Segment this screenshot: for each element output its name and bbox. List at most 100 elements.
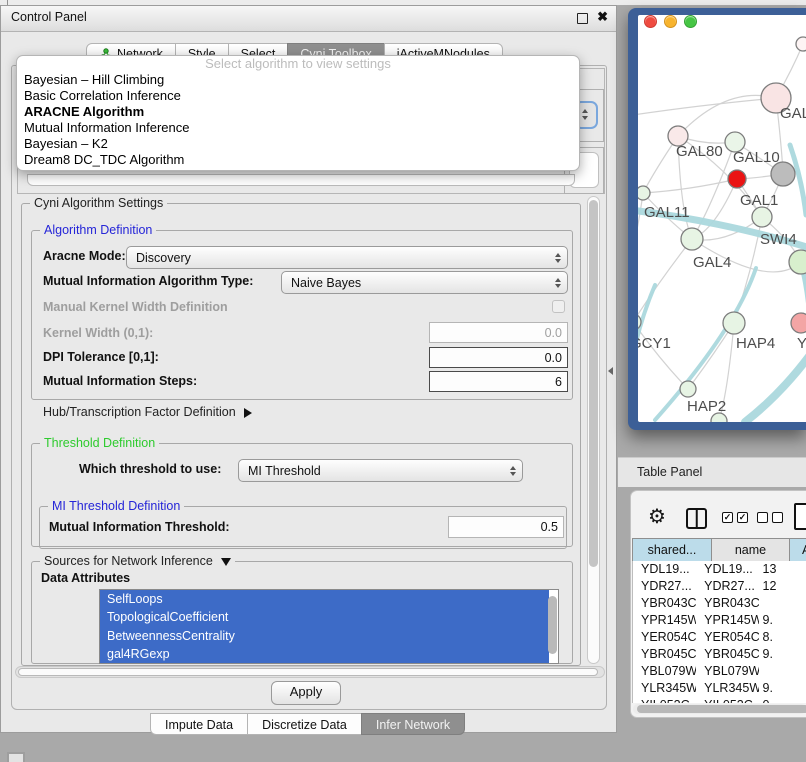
algorithm-combo-under-popup[interactable]: [27, 174, 575, 186]
tab-discretize-data[interactable]: Discretize Data: [247, 713, 362, 735]
dropdown-item[interactable]: Mutual Information Inference: [17, 120, 579, 136]
column-header-shared-name[interactable]: shared...: [633, 539, 712, 562]
network-edge[interactable]: [638, 98, 776, 115]
zoom-traffic-icon[interactable]: [684, 15, 697, 28]
expand-right-icon: [244, 408, 252, 418]
algorithm-dropdown-popup: Select algorithm to view settings Bayesi…: [16, 55, 580, 171]
network-node[interactable]: [638, 186, 650, 200]
list-item[interactable]: gal4RGexp: [100, 645, 549, 663]
table-row[interactable]: YPR145WYPR145W9.: [633, 612, 806, 629]
manual-kernel-checkbox[interactable]: [552, 300, 565, 313]
network-node[interactable]: [680, 381, 696, 397]
node-label: GAL11: [644, 204, 690, 221]
sources-toggle[interactable]: Sources for Network Inference: [40, 554, 235, 568]
kernel-width-label: Kernel Width (0,1):: [43, 326, 153, 340]
scrollbar-thumb[interactable]: [637, 705, 806, 713]
combo-arrows-icon: [555, 278, 561, 288]
scrollbar-thumb[interactable]: [18, 668, 598, 676]
apply-button[interactable]: Apply: [271, 681, 341, 705]
table-cell: 8.: [759, 629, 806, 646]
mi-type-label: Mutual Information Algorithm Type:: [43, 274, 253, 288]
gear-icon[interactable]: ⚙: [648, 504, 666, 529]
network-node[interactable]: [681, 228, 703, 250]
network-node[interactable]: [789, 250, 806, 274]
desktop: Control Panel ✖ Network Style Select Cyn…: [0, 0, 806, 762]
table-cell: YBR043C: [633, 595, 696, 612]
table-cell: YIL052C: [633, 697, 696, 703]
dropdown-item[interactable]: Bayesian – K2: [17, 136, 579, 152]
dropdown-item[interactable]: Basic Correlation Inference: [17, 88, 579, 104]
network-edge-highlight[interactable]: [638, 285, 655, 375]
mi-steps-field[interactable]: [429, 371, 568, 392]
tab-infer-network[interactable]: Infer Network: [361, 713, 465, 735]
table-row[interactable]: YBR045CYBR045C9.: [633, 646, 806, 663]
group-title: MI Threshold Definition: [48, 499, 184, 513]
dpi-tolerance-field[interactable]: [429, 347, 568, 368]
scrollbar-thumb[interactable]: [589, 200, 598, 567]
network-node[interactable]: [791, 313, 806, 333]
column-header-partial[interactable]: A: [790, 539, 806, 562]
mi-threshold-field[interactable]: [448, 516, 564, 538]
combo-arrows-icon: [510, 466, 516, 476]
unchecked-box-icon: [772, 512, 783, 523]
network-graph[interactable]: GAL7GAL80GAL10GAL1GAL11SWI4GAL4GCY1HAP4Y…: [638, 28, 806, 422]
table-cell: YDL19...: [696, 561, 758, 578]
data-attributes-list[interactable]: SelfLoops TopologicalCoefficient Between…: [99, 589, 559, 664]
network-node[interactable]: [796, 37, 806, 51]
kernel-width-field[interactable]: [429, 322, 568, 343]
table-row[interactable]: YLR345WYLR345W9.: [633, 680, 806, 697]
table-cell: YPR145W: [696, 612, 758, 629]
hub-definition-toggle[interactable]: Hub/Transcription Factor Definition: [43, 405, 252, 419]
table-row[interactable]: YBL079WYBL079W: [633, 663, 806, 680]
settings-vertical-scrollbar[interactable]: [587, 196, 600, 664]
table-row[interactable]: YDL19...YDL19...13: [633, 561, 806, 578]
combo-value: Naive Bayes: [291, 276, 361, 290]
close-icon[interactable]: ✖: [597, 9, 608, 25]
collapse-down-icon: [221, 558, 231, 566]
dropdown-item[interactable]: Bayesian – Hill Climbing: [17, 72, 579, 88]
column-header-name[interactable]: name: [712, 539, 790, 562]
network-node[interactable]: [723, 312, 745, 334]
list-item[interactable]: TopologicalCoefficient: [100, 608, 549, 626]
network-node[interactable]: [728, 170, 746, 188]
close-traffic-icon[interactable]: [644, 15, 657, 28]
list-scrollbar[interactable]: [548, 596, 557, 654]
document-icon[interactable]: [794, 503, 806, 530]
list-item[interactable]: SelfLoops: [100, 590, 549, 608]
network-edge-highlight[interactable]: [745, 355, 806, 422]
table-cell: YPR145W: [633, 612, 696, 629]
mi-type-combo[interactable]: Naive Bayes: [281, 271, 568, 294]
panel-divider-arrow-icon[interactable]: [608, 367, 613, 375]
node-label: SWI4: [760, 231, 797, 248]
minimize-traffic-icon[interactable]: [664, 15, 677, 28]
table-cell: 9.: [759, 646, 806, 663]
table-row[interactable]: YDR27...YDR27...12: [633, 578, 806, 595]
table-cell: 9.: [759, 612, 806, 629]
table-row[interactable]: YER054CYER054C8.: [633, 629, 806, 646]
network-edge[interactable]: [643, 179, 737, 193]
dropdown-item[interactable]: Dream8 DC_TDC Algorithm: [17, 152, 579, 168]
settings-horizontal-scrollbar[interactable]: [15, 666, 605, 678]
network-edge[interactable]: [638, 193, 643, 260]
aracne-mode-label: Aracne Mode:: [43, 249, 126, 263]
network-edge[interactable]: [638, 322, 688, 389]
aracne-mode-combo[interactable]: Discovery: [126, 246, 568, 269]
deselect-all-icon[interactable]: [757, 512, 783, 523]
float-icon[interactable]: [577, 13, 588, 24]
table-cell: YDR27...: [696, 578, 758, 595]
tab-impute-data[interactable]: Impute Data: [150, 713, 248, 735]
control-panel-titlebar[interactable]: Control Panel ✖: [1, 6, 616, 32]
dropdown-item-highlighted[interactable]: ARACNE Algorithm: [17, 104, 579, 120]
select-all-icon[interactable]: ✓ ✓: [722, 512, 748, 523]
list-item[interactable]: BetweennessCentrality: [100, 627, 549, 645]
combo-arrows-icon: [555, 253, 561, 263]
table-cell: YLR345W: [696, 680, 758, 697]
table-cell: YDR27...: [633, 578, 696, 595]
table-row[interactable]: YBR043CYBR043C: [633, 595, 806, 612]
which-threshold-combo[interactable]: MI Threshold: [238, 459, 523, 482]
table-row[interactable]: YIL052CYIL052C0.: [633, 697, 806, 703]
node-label: GAL4: [693, 254, 731, 271]
mini-panel-icon[interactable]: [7, 752, 25, 762]
columns-icon[interactable]: [686, 508, 707, 529]
network-node[interactable]: [752, 207, 772, 227]
